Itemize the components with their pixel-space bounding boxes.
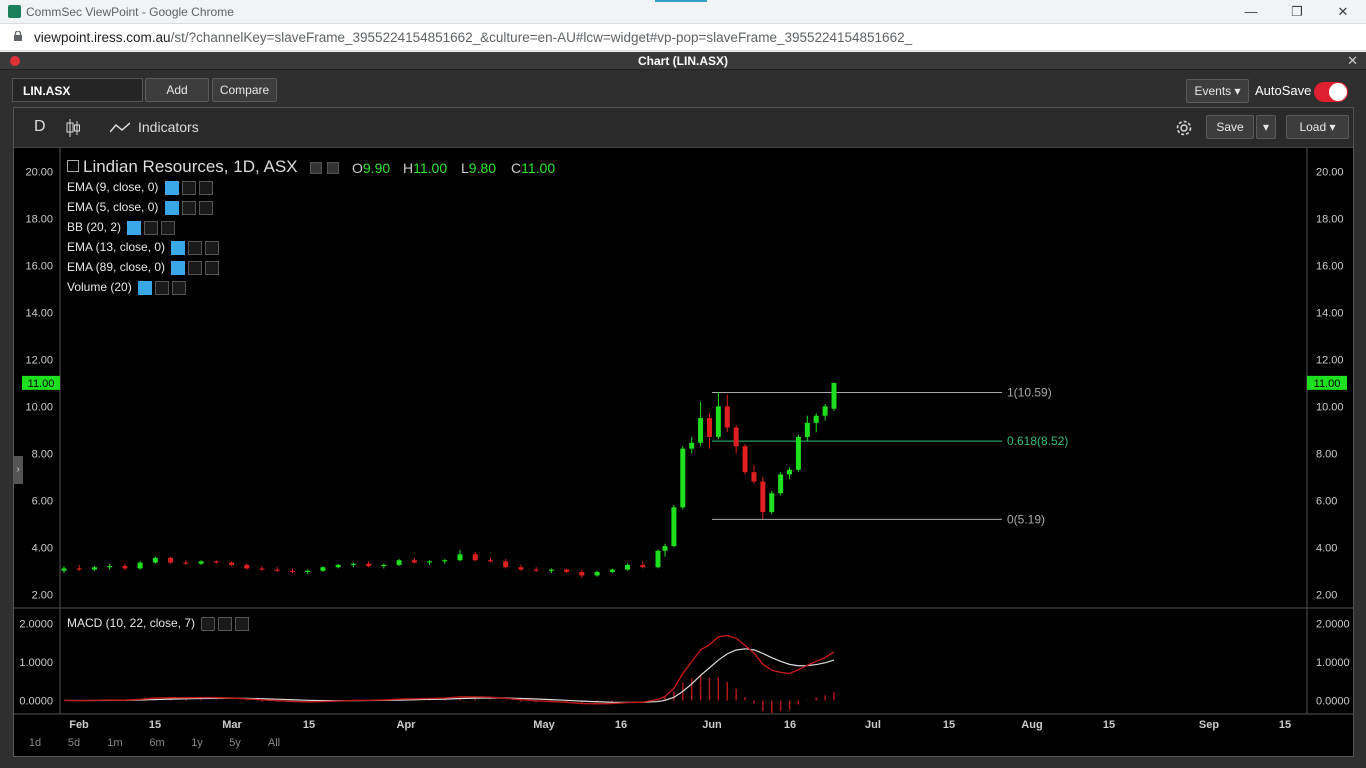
legend-ema-9[interactable]: EMA (9, close, 0) bbox=[67, 180, 213, 195]
events-label: Events bbox=[1194, 84, 1232, 98]
chart-title: Lindian Resources, 1D, ASX bbox=[83, 157, 298, 176]
panel-close-button[interactable]: ✕ bbox=[1347, 53, 1358, 69]
gear-icon bbox=[188, 260, 203, 275]
url-text[interactable]: viewpoint.iress.com.au/st/?channelKey=sl… bbox=[34, 30, 912, 45]
address-bar[interactable]: viewpoint.iress.com.au/st/?channelKey=sl… bbox=[0, 24, 1366, 51]
url-path: /st/?channelKey=slaveFrame_3955224154851… bbox=[170, 30, 913, 45]
gear-icon bbox=[218, 616, 233, 631]
window-title: CommSec ViewPoint - Google Chrome bbox=[26, 5, 234, 19]
close-icon bbox=[161, 220, 176, 235]
chevron-down-icon: ▾ bbox=[1329, 120, 1336, 134]
range-1m[interactable]: 1m bbox=[102, 732, 128, 754]
browser-title-bar: CommSec ViewPoint - Google Chrome — ❐ ✕ bbox=[0, 0, 1366, 24]
range-1d[interactable]: 1d bbox=[24, 732, 46, 754]
range-all[interactable]: All bbox=[262, 732, 286, 754]
compare-button[interactable]: Compare bbox=[212, 78, 277, 102]
close-icon bbox=[198, 180, 213, 195]
chart-title-row: Lindian Resources, 1D, ASX bbox=[67, 157, 339, 177]
eye-icon bbox=[201, 616, 216, 631]
close-window-button[interactable]: ✕ bbox=[1320, 2, 1366, 22]
gear-icon bbox=[181, 200, 196, 215]
panel-title: Chart (LIN.ASX) bbox=[638, 54, 728, 68]
load-label: Load bbox=[1299, 120, 1327, 134]
gear-icon bbox=[188, 240, 203, 255]
legend-ema-5[interactable]: EMA (5, close, 0) bbox=[67, 200, 213, 215]
load-dropdown[interactable]: Load ▾ bbox=[1286, 115, 1349, 139]
chevron-down-icon: ▾ bbox=[1262, 120, 1270, 134]
autosave-toggle[interactable] bbox=[1314, 82, 1348, 102]
eye-icon bbox=[164, 200, 179, 215]
gear-icon bbox=[144, 220, 159, 235]
legend-bb[interactable]: BB (20, 2) bbox=[67, 220, 176, 235]
range-1y[interactable]: 1y bbox=[186, 732, 208, 754]
ohlc-open: O9.90 bbox=[352, 160, 391, 176]
eye-icon bbox=[127, 220, 142, 235]
chevron-down-icon: ▾ bbox=[1234, 84, 1241, 98]
interval-button[interactable]: D bbox=[34, 118, 46, 136]
legend-ema-13[interactable]: EMA (13, close, 0) bbox=[67, 240, 220, 255]
indicators-icon[interactable] bbox=[110, 122, 130, 134]
close-icon bbox=[235, 616, 250, 631]
legend-ema-89[interactable]: EMA (89, close, 0) bbox=[67, 260, 220, 275]
chart-container: D Indicators Save ▾ Load ▾ bbox=[13, 107, 1354, 757]
tab-accent bbox=[655, 0, 707, 2]
indicators-button[interactable]: Indicators bbox=[138, 119, 199, 135]
eye-icon bbox=[164, 180, 179, 195]
symbol-input[interactable]: LIN.ASX bbox=[12, 78, 143, 102]
settings-gear-icon[interactable] bbox=[1174, 118, 1194, 138]
autosave-label: AutoSave bbox=[1255, 83, 1312, 98]
lock-icon bbox=[14, 31, 22, 41]
add-button[interactable]: Add bbox=[145, 78, 209, 102]
restore-button[interactable]: ❐ bbox=[1274, 2, 1320, 22]
gear-icon bbox=[155, 280, 170, 295]
side-panel-expand-button[interactable]: › bbox=[13, 456, 23, 484]
range-6m[interactable]: 6m bbox=[144, 732, 170, 754]
range-5d[interactable]: 5d bbox=[62, 732, 86, 754]
legend-volume[interactable]: Volume (20) bbox=[67, 280, 187, 295]
close-icon bbox=[205, 260, 220, 275]
minimize-button[interactable]: — bbox=[1228, 2, 1274, 22]
save-options-dropdown[interactable]: ▾ bbox=[1256, 115, 1276, 139]
close-icon bbox=[172, 280, 187, 295]
panel-title-bar: Chart (LIN.ASX) ✕ bbox=[0, 52, 1366, 70]
range-5y[interactable]: 5y bbox=[224, 732, 246, 754]
toggle-knob bbox=[1329, 83, 1347, 101]
save-button[interactable]: Save bbox=[1206, 115, 1254, 139]
collapse-icon[interactable] bbox=[67, 159, 79, 172]
gear-icon[interactable] bbox=[326, 161, 339, 174]
eye-icon bbox=[138, 280, 153, 295]
ohlc-high: H11.00 bbox=[403, 160, 448, 176]
events-dropdown[interactable]: Events ▾ bbox=[1186, 79, 1249, 103]
url-domain: viewpoint.iress.com.au bbox=[34, 30, 171, 45]
app-favicon-icon bbox=[8, 5, 21, 18]
chart-toolbar: D Indicators Save ▾ Load ▾ bbox=[14, 108, 1353, 148]
candlestick-type-icon[interactable] bbox=[66, 119, 80, 137]
eye-icon bbox=[171, 240, 186, 255]
legend-macd[interactable]: MACD (10, 22, close, 7) bbox=[67, 616, 250, 631]
close-icon bbox=[205, 240, 220, 255]
ohlc-close: C11.00 bbox=[511, 160, 556, 176]
main-toolbar: LIN.ASX Add Compare Events ▾ AutoSave bbox=[0, 72, 1366, 108]
ohlc-low: L9.80 bbox=[461, 160, 497, 176]
gear-icon bbox=[181, 180, 196, 195]
close-icon bbox=[198, 200, 213, 215]
visibility-icon[interactable] bbox=[310, 161, 323, 174]
eye-icon bbox=[171, 260, 186, 275]
